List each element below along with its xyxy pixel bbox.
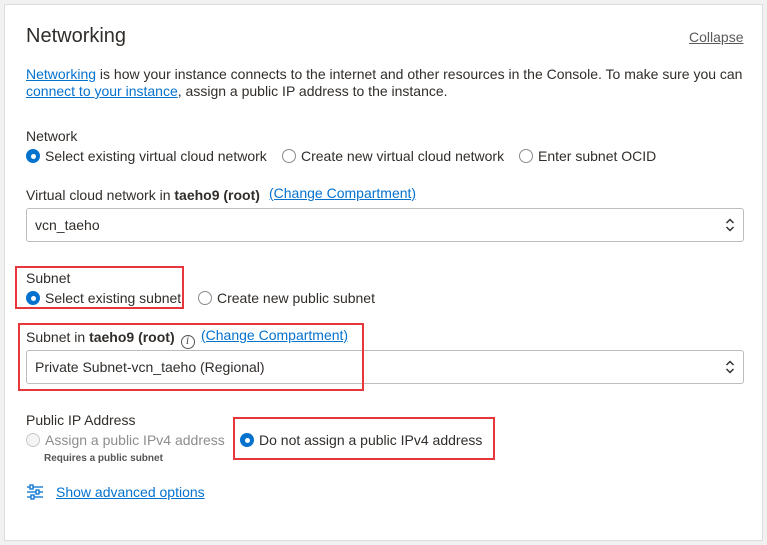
radio-button[interactable] xyxy=(282,149,296,163)
highlight-box-subnet-select xyxy=(18,323,364,391)
networking-description: Networking is how your instance connects… xyxy=(26,66,742,100)
vcn-change-compartment-link[interactable]: (Change Compartment) xyxy=(269,185,416,201)
radio-label: Select existing virtual cloud network xyxy=(45,148,267,164)
radio-create-new-public-subnet[interactable]: Create new public subnet xyxy=(198,290,375,306)
description-text-2: , assign a public IP address to the inst… xyxy=(177,83,448,99)
vcn-label-prefix: Virtual cloud network in xyxy=(26,187,175,203)
show-advanced-options-link[interactable]: Show advanced options xyxy=(56,484,205,500)
network-label: Network xyxy=(26,128,78,144)
radio-label: Enter subnet OCID xyxy=(538,148,657,164)
radio-button[interactable] xyxy=(198,291,212,305)
description-text-1: is how your instance connects to the int… xyxy=(96,66,743,82)
vcn-select[interactable]: vcn_taeho xyxy=(26,208,744,242)
vcn-compartment-name: taeho9 (root) xyxy=(174,187,260,203)
vcn-change-compartment-wrap: (Change Compartment) xyxy=(269,185,416,201)
panel-title: Networking xyxy=(26,25,127,47)
collapse-link[interactable]: Collapse xyxy=(689,29,743,45)
show-advanced-options[interactable]: Show advanced options xyxy=(26,483,205,501)
vcn-select-value: vcn_taeho xyxy=(35,217,100,233)
sliders-icon xyxy=(27,484,43,500)
highlight-box-subnet xyxy=(15,266,184,309)
radio-create-new-vcn[interactable]: Create new virtual cloud network xyxy=(282,148,504,164)
radio-assign-public-ipv4[interactable]: Assign a public IPv4 address xyxy=(26,432,225,448)
radio-label: Assign a public IPv4 address xyxy=(45,432,225,448)
radio-select-existing-vcn[interactable]: Select existing virtual cloud network xyxy=(26,148,267,164)
select-chevron-icon xyxy=(725,360,735,374)
connect-instance-link[interactable]: connect to your instance xyxy=(26,83,178,99)
radio-label: Create new public subnet xyxy=(217,290,375,306)
public-ip-label: Public IP Address xyxy=(26,412,136,428)
radio-button[interactable] xyxy=(26,433,40,447)
assign-ip-hint: Requires a public subnet xyxy=(44,453,163,464)
radio-button[interactable] xyxy=(26,149,40,163)
radio-label: Create new virtual cloud network xyxy=(301,148,505,164)
radio-enter-subnet-ocid[interactable]: Enter subnet OCID xyxy=(519,148,656,164)
radio-button[interactable] xyxy=(519,149,533,163)
select-chevron-icon xyxy=(725,218,735,232)
networking-panel: Networking Collapse Networking is how yo… xyxy=(4,4,763,541)
networking-doc-link[interactable]: Networking xyxy=(26,66,96,82)
vcn-label: Virtual cloud network in taeho9 (root) xyxy=(26,187,260,203)
highlight-box-no-public-ip xyxy=(233,417,495,460)
